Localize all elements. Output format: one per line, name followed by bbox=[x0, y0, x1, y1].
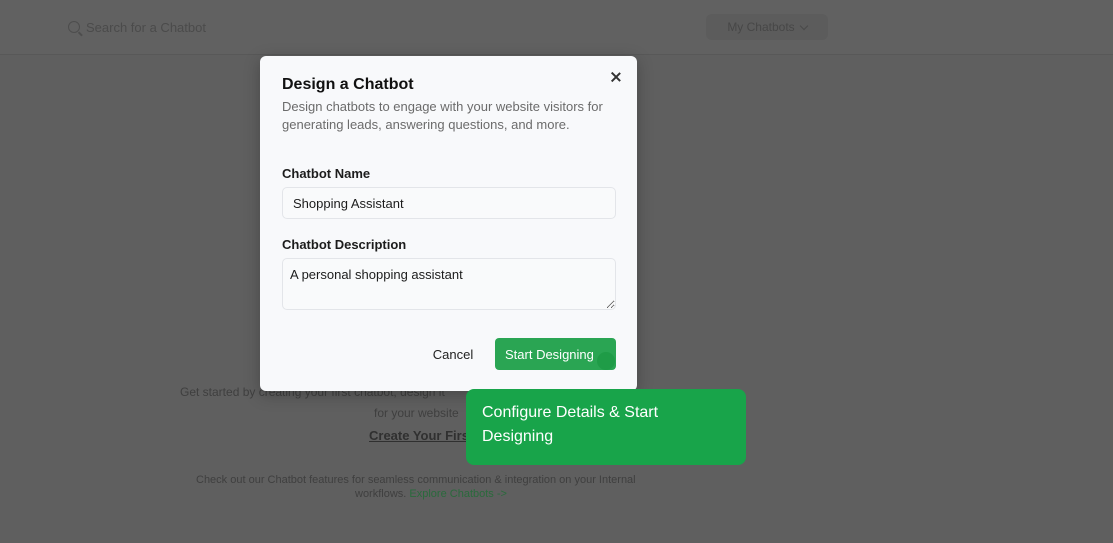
explore-chatbots-link[interactable]: Explore Chatbots -> bbox=[409, 488, 507, 500]
search-icon bbox=[68, 21, 80, 33]
workflows-text: workflows. bbox=[355, 488, 407, 500]
chatbot-description-label: Chatbot Description bbox=[282, 237, 407, 252]
chatbot-description-input[interactable]: A personal shopping assistant bbox=[282, 258, 616, 310]
features-text-2: workflows. Explore Chatbots -> bbox=[355, 488, 555, 500]
empty-state-text-2: for your website bbox=[374, 406, 459, 420]
modal-title: Design a Chatbot bbox=[282, 76, 414, 93]
design-chatbot-modal: Design a Chatbot Design chatbots to enga… bbox=[260, 56, 637, 391]
features-text: Check out our Chatbot features for seaml… bbox=[196, 474, 636, 486]
chevron-down-icon bbox=[799, 21, 808, 30]
modal-description: Design chatbots to engage with your webs… bbox=[282, 99, 603, 132]
chatbot-name-label: Chatbot Name bbox=[282, 166, 371, 181]
my-chatbots-dropdown[interactable]: My Chatbots bbox=[706, 14, 828, 40]
close-icon[interactable] bbox=[609, 70, 623, 84]
guide-tooltip: Configure Details & Start Designing bbox=[466, 389, 746, 465]
search-bar[interactable]: Search for a Chatbot bbox=[68, 19, 206, 35]
top-bar: Search for a Chatbot My Chatbots bbox=[0, 0, 1113, 55]
cancel-button[interactable]: Cancel bbox=[424, 338, 482, 370]
search-placeholder: Search for a Chatbot bbox=[86, 19, 206, 35]
create-first-link[interactable]: Create Your First bbox=[369, 428, 473, 443]
my-chatbots-label: My Chatbots bbox=[727, 20, 795, 34]
chatbot-name-input[interactable] bbox=[282, 187, 616, 219]
tooltip-text: Configure Details & Start Designing bbox=[482, 404, 659, 445]
highlight-dot bbox=[597, 352, 615, 370]
